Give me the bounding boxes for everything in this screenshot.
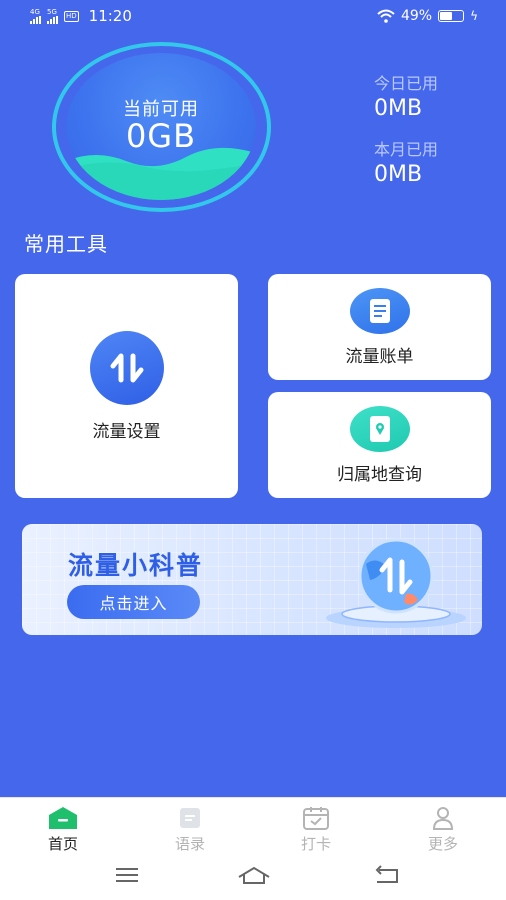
tab-more[interactable]: 更多 <box>403 806 483 854</box>
today-usage-value: 0MB <box>374 96 423 121</box>
tool-card-data-bill[interactable]: 流量账单 <box>268 274 491 380</box>
back-icon[interactable] <box>372 862 402 888</box>
tab-quotes[interactable]: 语录 <box>150 806 230 854</box>
user-icon <box>432 807 454 830</box>
hd-icon: HD <box>64 10 79 22</box>
tool-label-data-bill: 流量账单 <box>345 346 414 367</box>
data-gauge[interactable]: 当前可用 0GB <box>66 53 256 200</box>
signal-4g-icon: 4G <box>30 8 41 24</box>
calendar-check-icon <box>303 807 329 830</box>
tab-checkin[interactable]: 打卡 <box>276 806 356 854</box>
data-transfer-icon <box>89 330 164 405</box>
available-value: 0GB <box>125 117 197 155</box>
bill-icon <box>349 287 410 334</box>
signal-5g-icon: 5G <box>47 8 58 24</box>
tab-home[interactable]: 首页 <box>23 806 103 854</box>
today-usage-label: 今日已用 <box>374 74 439 93</box>
tab-label-checkin: 打卡 <box>300 835 331 853</box>
month-usage-value: 0MB <box>374 162 423 187</box>
wifi-icon <box>377 9 395 23</box>
science-banner[interactable]: 流量小科普 点击进入 <box>22 524 482 635</box>
charging-icon: ϟ <box>470 9 478 23</box>
notes-icon <box>180 808 200 828</box>
tool-card-data-settings[interactable]: 流量设置 <box>15 274 238 498</box>
month-usage-label: 本月已用 <box>374 140 439 159</box>
banner-enter-button[interactable]: 点击进入 <box>67 585 200 619</box>
banner-title: 流量小科普 <box>68 551 204 580</box>
status-time: 11:20 <box>88 7 132 25</box>
tab-label-more: 更多 <box>427 835 458 853</box>
home-nav-icon[interactable] <box>237 862 271 888</box>
home-icon <box>49 807 77 829</box>
battery-percent: 49% <box>400 8 433 24</box>
tool-label-data-settings: 流量设置 <box>92 421 161 442</box>
tool-card-location-query[interactable]: 归属地查询 <box>268 392 491 498</box>
battery-icon <box>438 10 465 22</box>
globe-icon <box>326 538 466 628</box>
today-usage: 今日已用 0MB <box>374 70 438 121</box>
status-bar: 4G 5G HD 11:20 49% ϟ <box>0 0 506 32</box>
location-phone-icon <box>349 405 410 452</box>
tool-label-location-query: 归属地查询 <box>337 464 422 485</box>
month-usage: 本月已用 0MB <box>374 136 438 187</box>
menu-icon[interactable] <box>112 862 142 888</box>
tab-label-home: 首页 <box>47 835 78 853</box>
tab-label-quotes: 语录 <box>174 835 205 853</box>
tools-title: 常用工具 <box>24 232 108 256</box>
